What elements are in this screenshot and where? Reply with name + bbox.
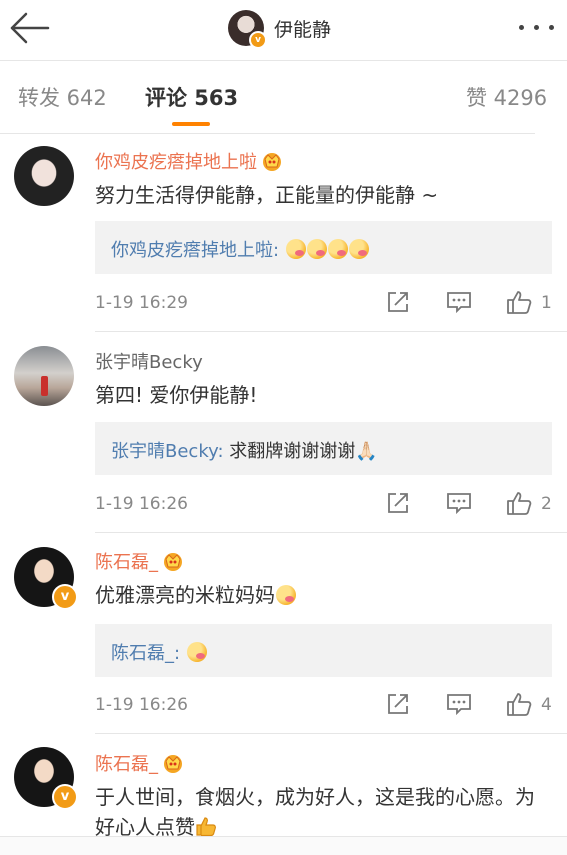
reply-box[interactable]: 张宇晴Becky: 求翻牌谢谢谢谢🙏🏻 — [95, 422, 552, 475]
comment-time: 1-19 16:26 — [95, 494, 188, 514]
comment-text-content: 于人世间，食烟火，成为好人，这是我的心愿。为好心人点赞 — [95, 785, 535, 839]
active-tab-indicator — [172, 122, 210, 126]
tongue-emoji-icon — [276, 585, 296, 605]
verified-badge-icon: v — [52, 784, 78, 810]
share-button[interactable] — [386, 692, 410, 720]
member-crown-icon — [263, 153, 281, 171]
like-button[interactable] — [506, 691, 532, 721]
more-dot — [534, 25, 539, 30]
comment-text: 优雅漂亮的米粒妈妈 — [95, 580, 555, 610]
share-icon — [388, 493, 408, 513]
reply-text: 求翻牌谢谢谢谢🙏🏻 — [223, 441, 378, 462]
reply-username[interactable]: 张宇晴Becky: — [111, 441, 224, 462]
like-button[interactable] — [506, 289, 532, 319]
comment-username[interactable]: 张宇晴Becky — [95, 348, 203, 374]
comment-item: 你鸡皮疙瘩掉地上啦 努力生活得伊能静，正能量的伊能静 ~ 你鸡皮疙瘩掉地上啦: … — [0, 140, 567, 330]
comment-text: 第四! 爱你伊能静! — [95, 383, 258, 407]
bottom-edge — [0, 836, 567, 855]
avatar: v — [228, 10, 267, 49]
page-header[interactable]: v 伊能静 — [228, 8, 332, 49]
username-text: 陈石磊_ — [95, 754, 158, 775]
verified-badge-icon: v — [249, 31, 267, 49]
tab-reposts[interactable]: 转发 642 — [18, 82, 107, 112]
more-button[interactable] — [517, 14, 557, 40]
comment-time: 1-19 16:29 — [95, 293, 188, 313]
arrow-left-icon — [10, 12, 50, 44]
like-count: 1 — [541, 293, 552, 313]
comment-text: 努力生活得伊能静，正能量的伊能静 ~ — [95, 183, 439, 207]
thumbs-up-icon — [507, 291, 532, 314]
thumbs-up-icon — [507, 492, 532, 515]
username-text: 陈石磊_ — [95, 552, 158, 573]
member-crown-icon — [164, 553, 182, 571]
tab-comments[interactable]: 评论 563 — [145, 82, 238, 112]
share-icon — [388, 694, 408, 714]
share-icon — [388, 292, 408, 312]
thumbs-up-icon — [507, 693, 532, 716]
thumbs-up-emoji-icon — [196, 817, 216, 837]
tongue-emoji-icon — [306, 239, 327, 259]
comment-icon — [447, 292, 471, 314]
divider — [95, 733, 567, 734]
comment-icon — [447, 694, 471, 716]
tongue-emoji-icon — [327, 239, 348, 259]
divider — [0, 133, 535, 134]
verified-badge-icon: v — [52, 584, 78, 610]
avatar[interactable] — [14, 346, 74, 406]
like-count: 4 — [541, 695, 552, 715]
reply-username[interactable]: 陈石磊_: — [111, 643, 180, 664]
avatar-figure — [41, 376, 48, 396]
share-button[interactable] — [386, 290, 410, 318]
username-text: 张宇晴Becky — [95, 352, 203, 373]
divider — [0, 60, 567, 61]
more-dot — [549, 25, 554, 30]
comment-button[interactable] — [446, 491, 472, 519]
comment-button[interactable] — [446, 692, 472, 720]
page-title: 伊能静 — [274, 18, 332, 41]
divider — [95, 532, 567, 533]
comment-time: 1-19 16:26 — [95, 695, 188, 715]
avatar[interactable] — [14, 146, 74, 206]
divider — [95, 331, 567, 332]
back-button[interactable] — [8, 10, 52, 46]
comment-item: v 陈石磊_ 于人世间，食烟火，成为好人，这是我的心愿。为好心人点赞 — [0, 742, 567, 839]
share-button[interactable] — [386, 491, 410, 519]
tongue-emoji-icon — [348, 239, 369, 259]
reply-box[interactable]: 陈石磊_: — [95, 624, 552, 677]
comment-button[interactable] — [446, 290, 472, 318]
member-crown-icon — [164, 755, 182, 773]
tongue-emoji-icon — [186, 642, 207, 662]
like-count: 2 — [541, 494, 552, 514]
tab-likes[interactable]: 赞 4296 — [466, 82, 547, 112]
tab-bar: 转发 642 评论 563 赞 4296 — [0, 62, 567, 132]
username-text: 你鸡皮疙瘩掉地上啦 — [95, 152, 257, 173]
like-button[interactable] — [506, 490, 532, 520]
more-dots-icon — [519, 25, 524, 30]
comment-text: 于人世间，食烟火，成为好人，这是我的心愿。为好心人点赞 — [95, 782, 550, 842]
reply-box[interactable]: 你鸡皮疙瘩掉地上啦: — [95, 221, 552, 274]
comment-text-content: 优雅漂亮的米粒妈妈 — [95, 583, 275, 607]
reply-username[interactable]: 你鸡皮疙瘩掉地上啦: — [111, 240, 279, 261]
comment-username[interactable]: 陈石磊_ — [95, 548, 184, 574]
tongue-emoji-icon — [285, 239, 306, 259]
top-bar: v 伊能静 — [0, 0, 567, 58]
comment-item: 张宇晴Becky 第四! 爱你伊能静! 张宇晴Becky: 求翻牌谢谢谢谢🙏🏻 … — [0, 340, 567, 530]
comment-icon — [447, 493, 471, 515]
comment-item: v 陈石磊_ 优雅漂亮的米粒妈妈 陈石磊_: 1-19 16:26 4 — [0, 540, 567, 730]
comment-username[interactable]: 陈石磊_ — [95, 750, 184, 776]
comment-username[interactable]: 你鸡皮疙瘩掉地上啦 — [95, 148, 283, 174]
